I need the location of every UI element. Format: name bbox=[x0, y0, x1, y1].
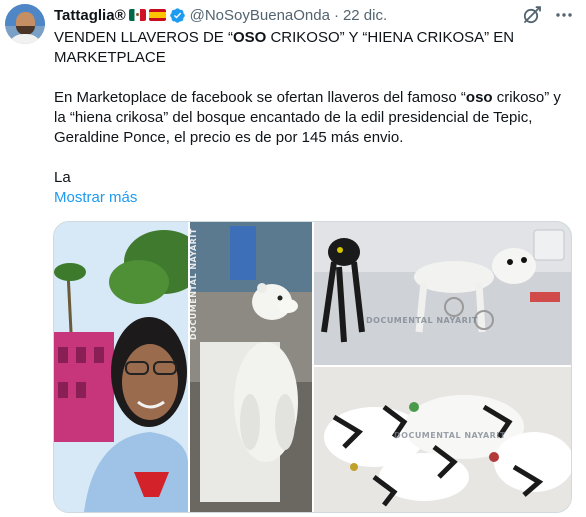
keychain-pile-photo[interactable]: DOCUMENTAL NAYARIT bbox=[314, 367, 571, 512]
bear-statue-photo[interactable]: DOCUMENTAL NAYARIT bbox=[190, 222, 312, 512]
mexico-flag-icon bbox=[128, 9, 146, 21]
tweet-header: Tattaglia® @NoSoyBuenaOnda · 22 dic. bbox=[54, 5, 387, 25]
tweet-text: VENDEN LLAVEROS DE “OSO CRIKOSO” Y “HIEN… bbox=[54, 28, 574, 208]
tweet-paragraph-2: En Marketoplace de facebook se ofertan l… bbox=[54, 89, 561, 146]
tweet-card[interactable]: Tattaglia® @NoSoyBuenaOnda · 22 dic. VEN… bbox=[0, 0, 586, 517]
show-more-link[interactable]: Mostrar más bbox=[54, 188, 574, 208]
separator-dot: · bbox=[333, 6, 339, 24]
tweet-paragraph-1: VENDEN LLAVEROS DE “OSO CRIKOSO” Y “HIEN… bbox=[54, 29, 515, 66]
spain-flag-icon bbox=[148, 9, 166, 21]
author-handle[interactable]: @NoSoyBuenaOnda bbox=[190, 7, 330, 24]
avatar[interactable] bbox=[5, 4, 45, 44]
verified-badge-icon[interactable] bbox=[169, 7, 186, 24]
bear-statue-illustration bbox=[190, 222, 312, 512]
keychains-illustration bbox=[314, 222, 571, 365]
grok-icon[interactable] bbox=[521, 4, 543, 26]
more-options-icon[interactable] bbox=[553, 4, 575, 26]
tweet-paragraph-3: La bbox=[54, 169, 71, 186]
watermark-text-3: DOCUMENTAL NAYARIT bbox=[394, 431, 506, 440]
keychains-photo[interactable]: DOCUMENTAL NAYARIT bbox=[314, 222, 571, 365]
post-date[interactable]: 22 dic. bbox=[343, 7, 387, 24]
watermark-text-1: DOCUMENTAL NAYARIT bbox=[190, 228, 198, 340]
author-name[interactable]: Tattaglia® bbox=[54, 7, 126, 24]
media-grid: DOCUMENTAL NAYARIT DOCUMENTAL NAYARIT DO… bbox=[53, 221, 572, 513]
watermark-text-2: DOCUMENTAL NAYARIT bbox=[366, 316, 478, 325]
selfie-photo[interactable] bbox=[54, 222, 188, 512]
selfie-illustration bbox=[54, 222, 188, 512]
